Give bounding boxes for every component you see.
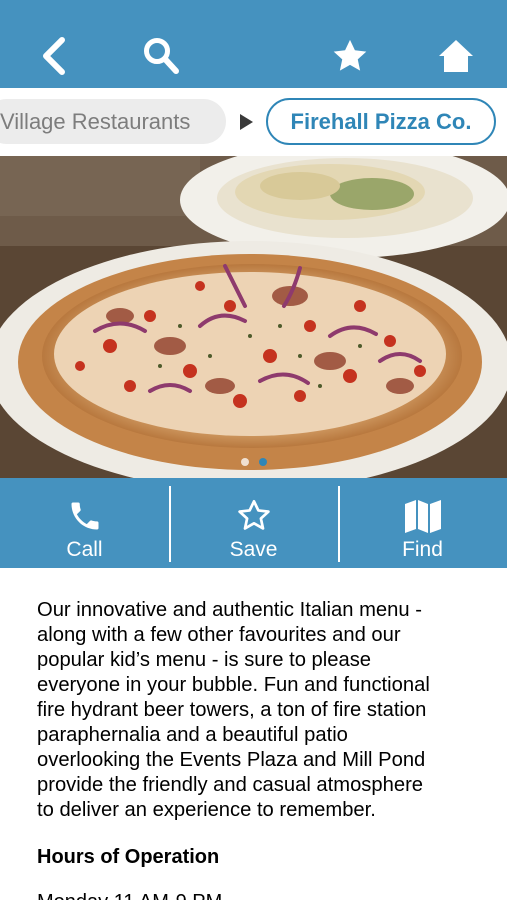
home-icon [439,40,473,72]
find-label: Find [402,538,443,561]
home-button[interactable] [434,34,478,78]
description-line: overlooking the Events Plaza and Mill Po… [37,749,426,771]
chevron-left-icon [43,37,65,75]
description-line: provide the friendly and casual atmosphe… [37,774,424,796]
map-icon [404,500,441,533]
favorite-button[interactable] [328,34,372,78]
restaurant-description: Our innovative and authentic Italian men… [37,598,477,823]
call-button[interactable]: Call [0,478,169,568]
carousel-indicator [0,458,507,466]
restaurant-details: Our innovative and authentic Italian men… [37,598,477,900]
pizza-photo [0,156,507,478]
call-label: Call [66,538,103,561]
search-icon [144,38,179,74]
phone-icon [71,502,98,530]
breadcrumb-previous-label: Village Restaurants [0,108,191,134]
save-label: Save [229,538,278,561]
hours-line: Monday 11 AM-9 PM [37,891,477,900]
hero-image-carousel[interactable] [0,156,507,478]
hours-heading: Hours of Operation [37,846,220,868]
find-button[interactable]: Find [338,478,507,568]
top-nav-bar [0,0,507,88]
description-line: everyone in your bubble. Fun and functio… [37,674,430,696]
star-outline-icon [237,499,270,530]
description-line: to deliver an experience to remember. [37,799,376,821]
carousel-dot[interactable] [240,458,249,466]
description-line: along with a few other favourites and ou… [37,624,401,646]
carousel-dot-active[interactable] [258,458,267,466]
action-bar: Call Save Find [0,478,507,568]
breadcrumb-previous[interactable]: Village Restaurants [0,99,226,144]
search-button[interactable] [139,34,183,78]
star-icon [333,39,367,71]
description-line: paraphernalia and a beautiful patio [37,724,348,746]
description-line: Our innovative and authentic Italian men… [37,599,422,621]
description-line: popular kid’s menu - is sure to please [37,649,372,671]
save-button[interactable]: Save [169,478,338,568]
breadcrumb-current-label: Firehall Pizza Co. [290,108,472,134]
breadcrumb: Village Restaurants Firehall Pizza Co. [0,88,507,156]
breadcrumb-separator-icon [240,114,253,130]
breadcrumb-current[interactable]: Firehall Pizza Co. [266,98,496,145]
description-line: fire hydrant beer towers, a ton of fire … [37,699,427,721]
back-button[interactable] [32,34,76,78]
